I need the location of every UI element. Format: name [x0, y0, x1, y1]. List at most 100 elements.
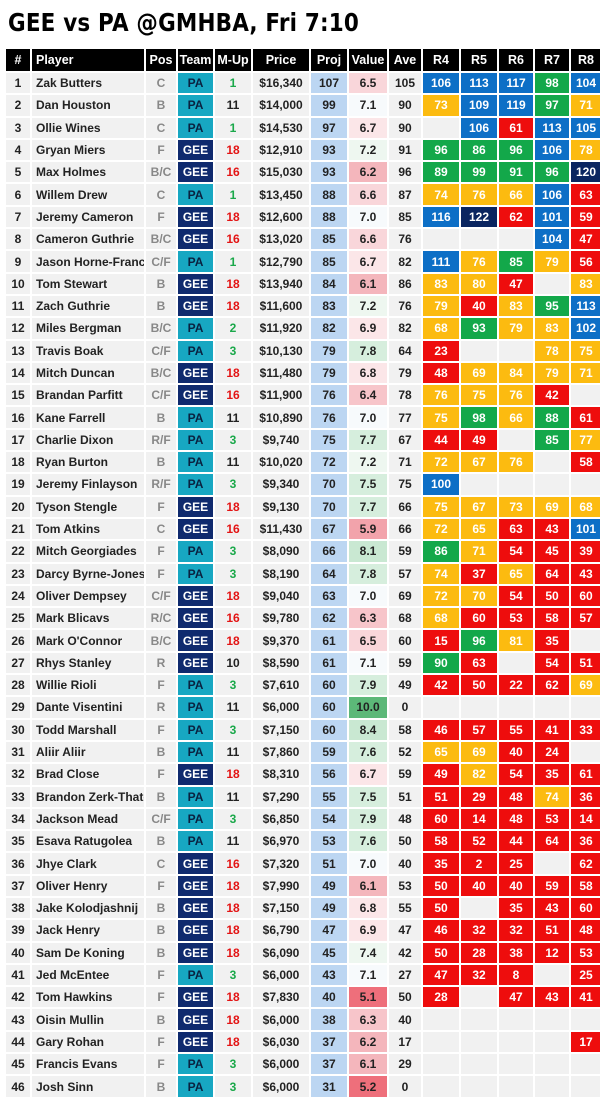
- round-score-r8: 71: [571, 95, 600, 116]
- table-row[interactable]: 20 Tyson Stengle F GEE 18 $9,130 70 7.7 66 75 67 73…: [6, 496, 600, 517]
- round-score-r7: 45: [535, 541, 569, 562]
- table-row[interactable]: 11 Zach Guthrie B GEE 18 $11,600 83 7.2 76 79 40 83…: [6, 295, 600, 317]
- round-score-r5: 71: [461, 541, 497, 562]
- col-header-rank[interactable]: #: [6, 49, 30, 71]
- table-row[interactable]: 27 Rhys Stanley R GEE 10 $8,590 61 7.1 59 90 63 54 5…: [6, 652, 600, 674]
- table-row[interactable]: 21 Tom Atkins C GEE 16 $11,430 67 5.9 66 72 65 63 43…: [6, 518, 600, 540]
- table-row[interactable]: 31 Aliir Aliir B PA 11 $7,860 59 7.6 52 65 69 40 24: [6, 741, 600, 763]
- round-score-r4: 65: [423, 741, 459, 763]
- table-row[interactable]: 44 Gary Rohan F GEE 18 $6,030 37 6.2 17 17: [6, 1031, 600, 1053]
- price-cell: $12,600: [253, 206, 309, 228]
- table-row[interactable]: 32 Brad Close F GEE 18 $8,310 56 6.7 59 49 82 54 35 6…: [6, 764, 600, 785]
- table-row[interactable]: 41 Jed McEntee F PA 3 $6,000 43 7.1 27 47 32 8 25: [6, 964, 600, 986]
- projection-cell: 66: [311, 541, 347, 562]
- table-row[interactable]: 34 Jackson Mead C/F PA 3 $6,850 54 7.9 48 60 14 48 5…: [6, 808, 600, 830]
- table-row[interactable]: 24 Oliver Dempsey C/F GEE 18 $9,040 63 7.0 69 72 7…: [6, 585, 600, 607]
- round-score-r4: 116: [423, 206, 459, 228]
- col-header-player[interactable]: Player: [32, 49, 144, 71]
- table-row[interactable]: 38 Jake Kolodjashnij B GEE 18 $7,150 49 6.8 55 50…: [6, 897, 600, 919]
- table-row[interactable]: 45 Francis Evans F PA 3 $6,000 37 6.1 29: [6, 1054, 600, 1075]
- table-row[interactable]: 4 Gryan Miers F GEE 18 $12,910 93 7.2 91 96 86 96 10…: [6, 139, 600, 161]
- price-cell: $6,850: [253, 808, 309, 830]
- average-cell: 78: [389, 385, 421, 406]
- round-score-r7: 35: [535, 630, 569, 651]
- col-header-ave[interactable]: Ave: [389, 49, 421, 71]
- round-score-r7: 78: [535, 340, 569, 361]
- value-cell: 6.2: [349, 1031, 387, 1053]
- value-cell: 7.9: [349, 808, 387, 830]
- table-row[interactable]: 37 Oliver Henry F GEE 18 $7,990 49 6.1 53 50 40 40 5…: [6, 875, 600, 896]
- table-row[interactable]: 36 Jhye Clark C GEE 16 $7,320 51 7.0 40 35 2 25 62: [6, 853, 600, 874]
- table-row[interactable]: 30 Todd Marshall F PA 3 $7,150 60 8.4 58 46 57 55 41…: [6, 719, 600, 740]
- col-header-r7[interactable]: R7: [535, 49, 569, 71]
- col-header-r6[interactable]: R6: [499, 49, 533, 71]
- table-row[interactable]: 42 Tom Hawkins F GEE 18 $7,830 40 5.1 50 28 47 43 41: [6, 987, 600, 1008]
- col-header-price[interactable]: Price: [253, 49, 309, 71]
- table-row[interactable]: 33 Brandon Zerk-Thatc B PA 11 $7,290 55 7.5 51 51…: [6, 786, 600, 807]
- table-row[interactable]: 35 Esava Ratugolea B PA 11 $6,970 53 7.6 50 58 52 4…: [6, 831, 600, 852]
- table-row[interactable]: 3 Ollie Wines C PA 1 $14,530 97 6.7 90 106 61 113 10…: [6, 117, 600, 138]
- round-score-r7: [535, 1054, 569, 1075]
- price-cell: $9,740: [253, 429, 309, 451]
- table-row[interactable]: 1 Zak Butters C PA 1 $16,340 107 6.5 105 106 113 11…: [6, 73, 600, 94]
- table-row[interactable]: 14 Mitch Duncan B/C GEE 18 $11,480 79 6.8 79 48 69…: [6, 362, 600, 384]
- table-row[interactable]: 29 Dante Visentini R PA 11 $6,000 60 10.0 0: [6, 697, 600, 718]
- round-score-r8: 47: [571, 229, 600, 250]
- table-row[interactable]: 9 Jason Horne-Franci C/F PA 1 $12,790 85 6.7 82 1…: [6, 251, 600, 272]
- table-row[interactable]: 25 Mark Blicavs R/C GEE 16 $9,780 62 6.3 68 68 60 5…: [6, 608, 600, 629]
- round-score-r8: 120: [571, 162, 600, 183]
- team-badge: GEE: [178, 496, 213, 517]
- col-header-mup[interactable]: M-Up: [215, 49, 251, 71]
- round-score-r5: 50: [461, 675, 497, 696]
- player-name: Brandan Parfitt: [32, 385, 144, 406]
- round-score-r8: 36: [571, 786, 600, 807]
- table-row[interactable]: 23 Darcy Byrne-Jones F PA 3 $8,190 64 7.8 57 74 37…: [6, 563, 600, 584]
- col-header-r8[interactable]: R8: [571, 49, 600, 71]
- round-score-r5: 106: [461, 117, 497, 138]
- table-row[interactable]: 16 Kane Farrell B PA 11 $10,890 76 7.0 77 75 98 66 8…: [6, 407, 600, 428]
- table-row[interactable]: 28 Willie Rioli F PA 3 $7,610 60 7.9 49 42 50 22 62 6…: [6, 675, 600, 696]
- col-header-team[interactable]: Team: [178, 49, 213, 71]
- table-row[interactable]: 5 Max Holmes B/C GEE 16 $15,030 93 6.2 96 89 99 91 9…: [6, 162, 600, 183]
- position-cell: B: [146, 920, 176, 941]
- table-row[interactable]: 39 Jack Henry B GEE 18 $6,790 47 6.9 47 46 32 32 51 4…: [6, 920, 600, 941]
- player-name: Jason Horne-Franci: [32, 251, 144, 272]
- table-row[interactable]: 13 Travis Boak C/F PA 3 $10,130 79 7.8 64 23 78 75: [6, 340, 600, 361]
- table-row[interactable]: 15 Brandan Parfitt C/F GEE 16 $11,900 76 6.4 78 7…: [6, 385, 600, 406]
- matchup-cell: 18: [215, 362, 251, 384]
- average-cell: 27: [389, 964, 421, 986]
- round-score-r6: 22: [499, 675, 533, 696]
- col-header-proj[interactable]: Proj: [311, 49, 347, 71]
- table-row[interactable]: 40 Sam De Koning B GEE 18 $6,090 45 7.4 42 50 28 38…: [6, 942, 600, 963]
- round-score-r8: [571, 1009, 600, 1030]
- average-cell: 64: [389, 340, 421, 361]
- table-row[interactable]: 7 Jeremy Cameron F GEE 18 $12,600 88 7.0 85 116 12…: [6, 206, 600, 228]
- table-row[interactable]: 46 Josh Sinn B PA 3 $6,000 31 5.2 0: [6, 1076, 600, 1097]
- round-score-r4: [423, 697, 459, 718]
- table-row[interactable]: 2 Dan Houston B PA 11 $14,000 99 7.1 90 73 109 119 9…: [6, 95, 600, 116]
- col-header-pos[interactable]: Pos: [146, 49, 176, 71]
- round-score-r5: 96: [461, 630, 497, 651]
- round-score-r6: 73: [499, 496, 533, 517]
- team-badge: GEE: [178, 229, 213, 250]
- table-row[interactable]: 43 Oisin Mullin B GEE 18 $6,000 38 6.3 40: [6, 1009, 600, 1030]
- col-header-r4[interactable]: R4: [423, 49, 459, 71]
- table-row[interactable]: 17 Charlie Dixon R/F PA 3 $9,740 75 7.7 67 44 49 85…: [6, 429, 600, 451]
- table-row[interactable]: 12 Miles Bergman B/C PA 2 $11,920 82 6.9 82 68 93 7…: [6, 318, 600, 339]
- position-cell: R: [146, 697, 176, 718]
- table-row[interactable]: 10 Tom Stewart B GEE 18 $13,940 84 6.1 86 83 80 47 8…: [6, 273, 600, 294]
- value-cell: 7.1: [349, 964, 387, 986]
- table-row[interactable]: 26 Mark O'Connor B/C GEE 18 $9,370 61 6.5 60 15 96…: [6, 630, 600, 651]
- table-row[interactable]: 18 Ryan Burton B PA 11 $10,020 72 7.2 71 72 67 76 58: [6, 452, 600, 473]
- table-row[interactable]: 8 Cameron Guthrie B/C GEE 16 $13,020 85 6.6 76 10…: [6, 229, 600, 250]
- col-header-r5[interactable]: R5: [461, 49, 497, 71]
- table-row[interactable]: 6 Willem Drew C PA 1 $13,450 88 6.6 87 74 76 66 106 6…: [6, 184, 600, 205]
- projection-cell: 54: [311, 808, 347, 830]
- table-row[interactable]: 22 Mitch Georgiades F PA 3 $8,090 66 8.1 59 86 71 5…: [6, 541, 600, 562]
- col-header-value[interactable]: Value: [349, 49, 387, 71]
- table-row[interactable]: 19 Jeremy Finlayson R/F PA 3 $9,340 70 7.5 75 100: [6, 474, 600, 495]
- value-cell: 7.2: [349, 139, 387, 161]
- rank-cell: 20: [6, 496, 30, 517]
- position-cell: F: [146, 1031, 176, 1053]
- player-name: Jake Kolodjashnij: [32, 897, 144, 919]
